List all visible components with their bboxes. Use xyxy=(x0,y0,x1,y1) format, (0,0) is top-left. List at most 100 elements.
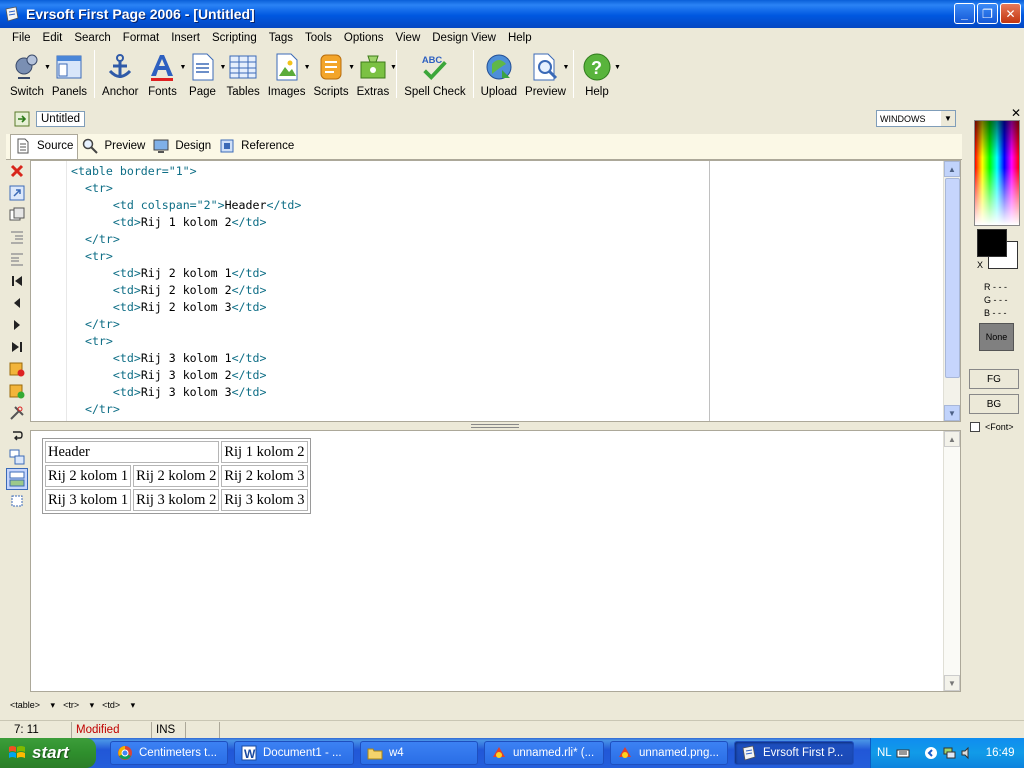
color-spectrum[interactable] xyxy=(974,120,1020,226)
open-external-button[interactable] xyxy=(6,182,28,204)
source-code[interactable]: <table border="1"> <tr> <td colspan="2">… xyxy=(71,163,301,418)
indent-button[interactable] xyxy=(6,226,28,248)
toolbar-anchor-button[interactable]: Anchor xyxy=(98,48,142,100)
document-tab-untitled[interactable]: Untitled xyxy=(36,111,85,127)
start-button[interactable]: start xyxy=(0,738,96,768)
network-icon[interactable] xyxy=(942,746,956,760)
toolbar-panels-button[interactable]: Panels xyxy=(48,48,91,100)
toolbar-extras-button[interactable]: ▼ Extras xyxy=(353,48,397,100)
table-cell[interactable]: Rij 3 kolom 2 xyxy=(133,489,220,511)
pane-splitter[interactable] xyxy=(30,422,961,430)
wrap-button[interactable] xyxy=(6,424,28,446)
toolbar-fonts-button[interactable]: ▼ Fonts xyxy=(142,48,186,100)
crumb-tr[interactable]: <tr> ▾ xyxy=(63,700,94,711)
table-cell[interactable]: Rij 3 kolom 1 xyxy=(45,489,132,511)
code-line[interactable]: <tr> xyxy=(71,180,301,197)
close-document-button[interactable] xyxy=(6,160,28,182)
toolbar-images-button[interactable]: ▼ Images xyxy=(264,48,311,100)
tab-source[interactable]: Source xyxy=(10,134,79,159)
code-line[interactable]: <td>Rij 2 kolom 1</td> xyxy=(71,265,301,282)
scrollbar-thumb[interactable] xyxy=(945,178,960,378)
toolbar-tables-button[interactable]: Tables xyxy=(222,48,263,100)
tab-design[interactable]: Design xyxy=(149,138,215,159)
code-line[interactable]: <td>Rij 1 kolom 2</td> xyxy=(71,214,301,231)
menu-format[interactable]: Format xyxy=(117,32,165,44)
code-line[interactable]: <td>Rij 2 kolom 2</td> xyxy=(71,282,301,299)
checkbox-box[interactable] xyxy=(970,422,980,432)
menu-edit[interactable]: Edit xyxy=(37,32,69,44)
table-cell[interactable]: Rij 2 kolom 3 xyxy=(221,465,308,487)
splitter-grip[interactable] xyxy=(471,424,519,428)
code-line[interactable]: <td colspan="2">Header</td> xyxy=(71,197,301,214)
split-horizontal-button[interactable] xyxy=(6,468,28,490)
table-cell[interactable]: Rij 1 kolom 2 xyxy=(221,441,308,463)
foreground-color-swatch[interactable] xyxy=(977,229,1007,257)
next-button[interactable] xyxy=(6,314,28,336)
scroll-down-icon[interactable]: ▼ xyxy=(944,405,960,421)
task-rli[interactable]: unnamed.rli* (... xyxy=(484,741,604,765)
tab-preview[interactable]: Preview xyxy=(78,138,149,159)
apply-bg-button[interactable]: BG xyxy=(969,394,1019,414)
clock[interactable]: 16:49 xyxy=(986,747,1015,759)
task-first-page[interactable]: Evrsoft First P... xyxy=(734,741,854,765)
code-line[interactable]: <tr> xyxy=(71,333,301,350)
task-png[interactable]: unnamed.png... xyxy=(610,741,728,765)
menu-insert[interactable]: Insert xyxy=(165,32,206,44)
menu-tools[interactable]: Tools xyxy=(299,32,338,44)
close-button[interactable]: ✕ xyxy=(1000,3,1021,24)
swap-colors-icon[interactable]: X xyxy=(977,260,983,270)
keyboard-icon[interactable] xyxy=(896,746,910,760)
crumb-table[interactable]: <table> ▾ xyxy=(10,700,55,711)
toolbar-spellcheck-button[interactable]: ABC Spell Check xyxy=(400,48,469,100)
tab-reference[interactable]: Reference xyxy=(215,138,298,159)
menu-file[interactable]: File xyxy=(6,32,37,44)
split-button[interactable] xyxy=(6,446,28,468)
scroll-down-icon[interactable]: ▼ xyxy=(944,675,960,691)
tools-button[interactable] xyxy=(6,402,28,424)
task-chrome[interactable]: Centimeters t... xyxy=(110,741,228,765)
language-indicator[interactable]: NL xyxy=(877,747,892,759)
toolbar-preview-button[interactable]: ▼ Preview xyxy=(521,48,570,100)
code-line[interactable]: <table border="1"> xyxy=(71,163,301,180)
toolbar-help-button[interactable]: ? ▼ Help xyxy=(577,48,621,100)
crumb-td[interactable]: <td> ▾ xyxy=(102,700,135,711)
toolbar-page-button[interactable]: ▼ Page xyxy=(182,48,226,100)
preview-table[interactable]: Header Rij 1 kolom 2 Rij 2 kolom 1 Rij 2… xyxy=(42,438,311,514)
table-cell[interactable]: Rij 2 kolom 2 xyxy=(133,465,220,487)
table-cell[interactable]: Rij 2 kolom 1 xyxy=(45,465,132,487)
code-line[interactable]: <td>Rij 3 kolom 2</td> xyxy=(71,367,301,384)
last-button[interactable] xyxy=(6,336,28,358)
task-word[interactable]: W Document1 - ... xyxy=(234,741,354,765)
code-line[interactable]: <tr> xyxy=(71,248,301,265)
line-ending-select[interactable]: WINDOWS ▼ xyxy=(876,110,956,127)
source-editor[interactable]: <table border="1"> <tr> <td colspan="2">… xyxy=(30,160,961,422)
add-bookmark-button[interactable] xyxy=(6,358,28,380)
design-preview-pane[interactable]: Header Rij 1 kolom 2 Rij 2 kolom 1 Rij 2… xyxy=(30,430,961,692)
code-line[interactable]: <td>Rij 3 kolom 3</td> xyxy=(71,384,301,401)
first-button[interactable] xyxy=(6,270,28,292)
menu-view[interactable]: View xyxy=(390,32,427,44)
toolbar-scripts-button[interactable]: ▼ Scripts xyxy=(309,48,355,100)
preview-vertical-scrollbar[interactable]: ▲ ▼ xyxy=(943,431,960,691)
code-line[interactable]: </tr> xyxy=(71,401,301,418)
tray-expand-icon[interactable] xyxy=(924,746,938,760)
single-view-button[interactable] xyxy=(6,490,28,512)
previous-button[interactable] xyxy=(6,292,28,314)
toolbar-switch-button[interactable]: ▼ Switch xyxy=(6,48,51,100)
maximize-button[interactable]: ❐ xyxy=(977,3,998,24)
menu-design-view[interactable]: Design View xyxy=(426,32,502,44)
code-line[interactable]: </tr> xyxy=(71,316,301,333)
outdent-button[interactable] xyxy=(6,248,28,270)
document-nav-icon[interactable] xyxy=(14,111,30,127)
menu-scripting[interactable]: Scripting xyxy=(206,32,263,44)
scroll-up-icon[interactable]: ▲ xyxy=(944,161,960,177)
menu-tags[interactable]: Tags xyxy=(263,32,299,44)
volume-icon[interactable] xyxy=(960,746,974,760)
code-line[interactable]: <td>Rij 2 kolom 3</td> xyxy=(71,299,301,316)
close-icon[interactable]: ✕ xyxy=(1011,106,1021,120)
goto-bookmark-button[interactable] xyxy=(6,380,28,402)
apply-fg-button[interactable]: FG xyxy=(969,369,1019,389)
toolbar-upload-button[interactable]: Upload xyxy=(477,48,521,100)
scroll-up-icon[interactable]: ▲ xyxy=(944,431,960,447)
code-line[interactable]: <td>Rij 3 kolom 1</td> xyxy=(71,350,301,367)
